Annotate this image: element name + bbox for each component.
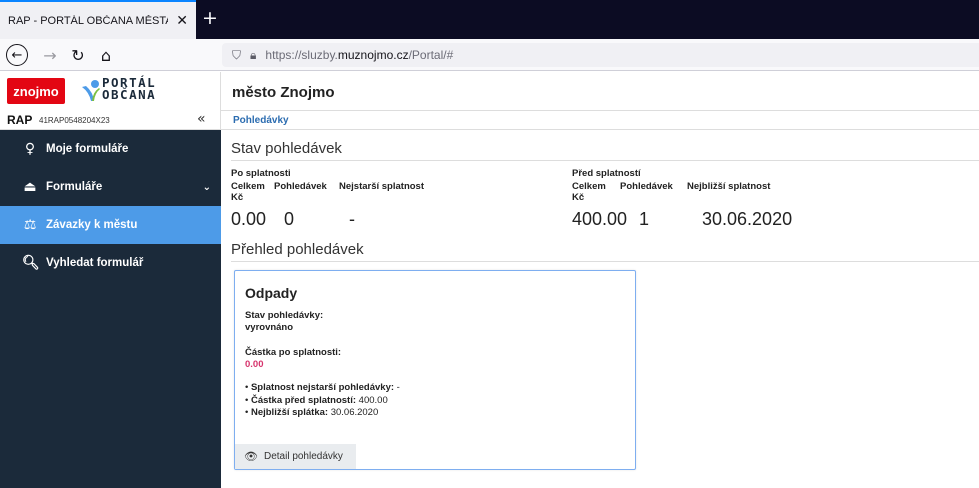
divider [231, 160, 979, 161]
claim-card: Odpady Stav pohledávky: vyrovnáno Částka… [234, 270, 636, 470]
sidebar-item-zavazky[interactable]: ⚖ Závazky k městu [0, 206, 221, 244]
header-date: Nejbližší splatnost [687, 181, 771, 192]
value-total: 400.00 [572, 209, 628, 229]
overdue-headers: Celkem Kč Pohledávek Nejstarší splatnost [231, 181, 424, 203]
list-item: • Částka před splatností: 400.00 [245, 394, 388, 406]
url-text: https://sluzby.muznojmo.cz/Portal/# [265, 48, 454, 62]
browser-tab-bar: RAP - PORTÁL OBČANA MĚSTA ZNOJMO ✕ + [0, 0, 979, 39]
sidebar-item-label: Formuláře [46, 181, 103, 193]
value-count: 0 [284, 209, 295, 229]
scales-icon: ⚖ [23, 217, 37, 233]
list-item: • Nejbližší splátka: 30.06.2020 [245, 407, 379, 418]
sidebar-item-vyhledat[interactable]: 🔍︎ Vyhledat formulář [0, 244, 221, 282]
list-item: • Splatnost nejstarší pohledávky: - [245, 382, 400, 393]
overdue-values: 0.00 0 - [231, 209, 424, 230]
state-label: Stav pohledávky: [245, 310, 324, 321]
sidebar: znojmo PORTÁL OBČANA RAP 41RAP0548204X23… [0, 72, 221, 488]
claim-details-list: • Splatnost nejstarší pohledávky: - • Čá… [245, 382, 400, 420]
browser-nav-bar: ← → ↻ ⌂ ⛉ 🔒︎ https://sluzby.muznojmo.cz/… [0, 39, 979, 71]
sidebar-item-label: Vyhledat formulář [46, 257, 144, 269]
overview-section-title: Přehled pohledávek [231, 241, 364, 258]
before-due-values: 400.00 1 30.06.2020 [572, 209, 792, 230]
home-icon[interactable]: ⌂ [94, 43, 118, 67]
sidebar-item-label: Moje formuláře [46, 143, 129, 155]
sidebar-item-moje-formulare[interactable]: ♀ Moje formuláře [0, 130, 221, 168]
value-total: 0.00 [231, 209, 267, 229]
lock-icon: 🔒︎ [250, 47, 257, 62]
znojmo-logo[interactable]: znojmo [7, 78, 65, 104]
state-value: vyrovnáno [245, 322, 294, 333]
page-title: město Znojmo [232, 84, 335, 101]
overdue-amount-label: Částka po splatnosti: [245, 347, 342, 358]
rap-id: 41RAP0548204X23 [39, 116, 110, 125]
eye-icon: 👁︎ [244, 450, 258, 463]
detail-button-label: Detail pohledávky [263, 451, 343, 462]
close-icon[interactable]: ✕ [176, 12, 188, 29]
browser-tab[interactable]: RAP - PORTÁL OBČANA MĚSTA ZNOJMO ✕ [0, 0, 196, 39]
before-due-headers: Celkem Kč Pohledávek Nejbližší splatnost [572, 181, 792, 203]
header-count: Pohledávek [620, 181, 673, 192]
value-date: 30.06.2020 [702, 209, 793, 229]
sidebar-item-formulare[interactable]: ⏏ Formuláře ⌄ [0, 168, 221, 206]
breadcrumb-item[interactable]: Pohledávky [233, 115, 289, 126]
main-header: město Znojmo [221, 72, 979, 111]
header-count: Pohledávek [274, 181, 327, 192]
value-count: 1 [639, 209, 650, 229]
overdue-stats: Po splatnosti Celkem Kč Pohledávek Nejst… [231, 168, 424, 230]
sidebar-item-label: Závazky k městu [46, 219, 138, 231]
collapse-sidebar-icon[interactable]: « [197, 111, 206, 127]
header-date: Nejstarší splatnost [339, 181, 424, 192]
inbox-icon: ⏏ [23, 179, 37, 195]
tab-title: RAP - PORTÁL OBČANA MĚSTA ZNOJMO [8, 14, 168, 27]
url-bar[interactable]: ⛉ 🔒︎ https://sluzby.muznojmo.cz/Portal/# [222, 43, 979, 67]
header-total: Celkem Kč [231, 181, 265, 203]
before-due-title: Před splatností [572, 168, 641, 179]
overdue-title: Po splatnosti [231, 168, 291, 179]
status-section-title: Stav pohledávek [231, 140, 342, 157]
search-icon: 🔍︎ [22, 255, 40, 271]
shield-icon[interactable]: ⛉ [232, 48, 241, 63]
breadcrumb: Pohledávky [221, 111, 979, 130]
card-title: Odpady [245, 285, 298, 301]
user-icon: ♀ [24, 141, 36, 157]
rap-row: RAP 41RAP0548204X23 « [0, 111, 221, 130]
overdue-amount-value: 0.00 [245, 359, 264, 370]
portal-logo-icon [82, 80, 100, 101]
detail-button[interactable]: 👁︎ Detail pohledávky [235, 444, 356, 469]
new-tab-icon[interactable]: + [202, 7, 218, 29]
value-date: - [349, 209, 355, 229]
rap-label: RAP [7, 113, 33, 127]
logo-area: znojmo PORTÁL OBČANA [0, 72, 221, 111]
before-due-stats: Před splatností Celkem Kč Pohledávek Nej… [572, 168, 792, 230]
divider [231, 261, 979, 262]
header-total: Celkem Kč [572, 181, 606, 203]
portal-text: PORTÁL OBČANA [102, 75, 157, 102]
main-content: Stav pohledávek Po splatnosti Celkem Kč … [221, 130, 979, 488]
forward-arrow-icon[interactable]: → [38, 43, 62, 67]
chevron-down-icon: ⌄ [202, 181, 211, 193]
reload-icon[interactable]: ↻ [66, 43, 90, 67]
back-arrow-icon[interactable]: ← [6, 44, 28, 66]
